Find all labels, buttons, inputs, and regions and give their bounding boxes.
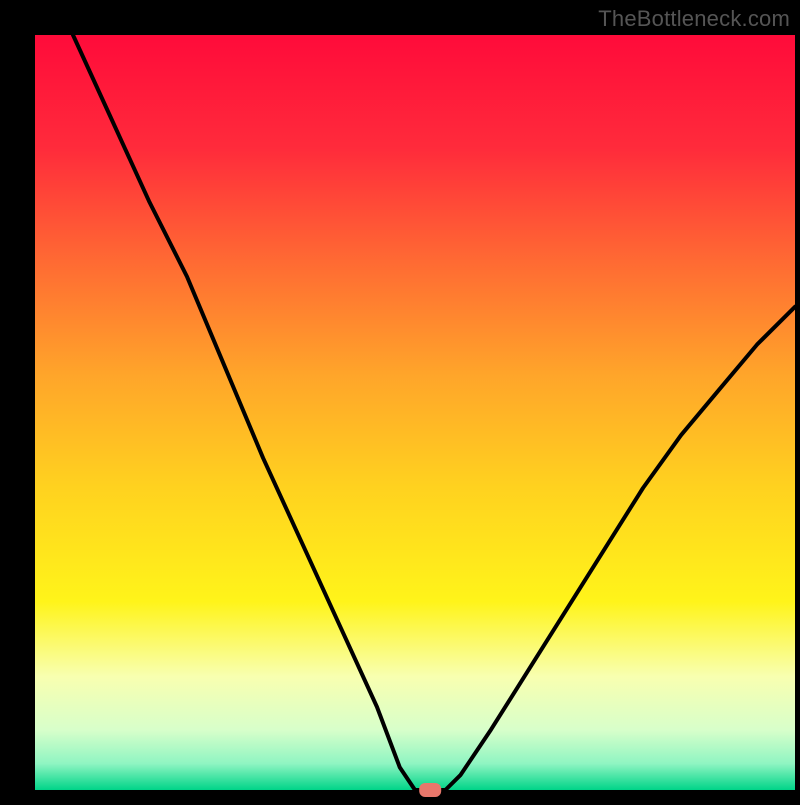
plot-area — [35, 35, 795, 790]
bottleneck-chart: TheBottleneck.com — [0, 0, 800, 800]
watermark-text: TheBottleneck.com — [598, 6, 790, 32]
chart-svg — [0, 0, 800, 800]
optimal-point-marker — [419, 783, 441, 797]
